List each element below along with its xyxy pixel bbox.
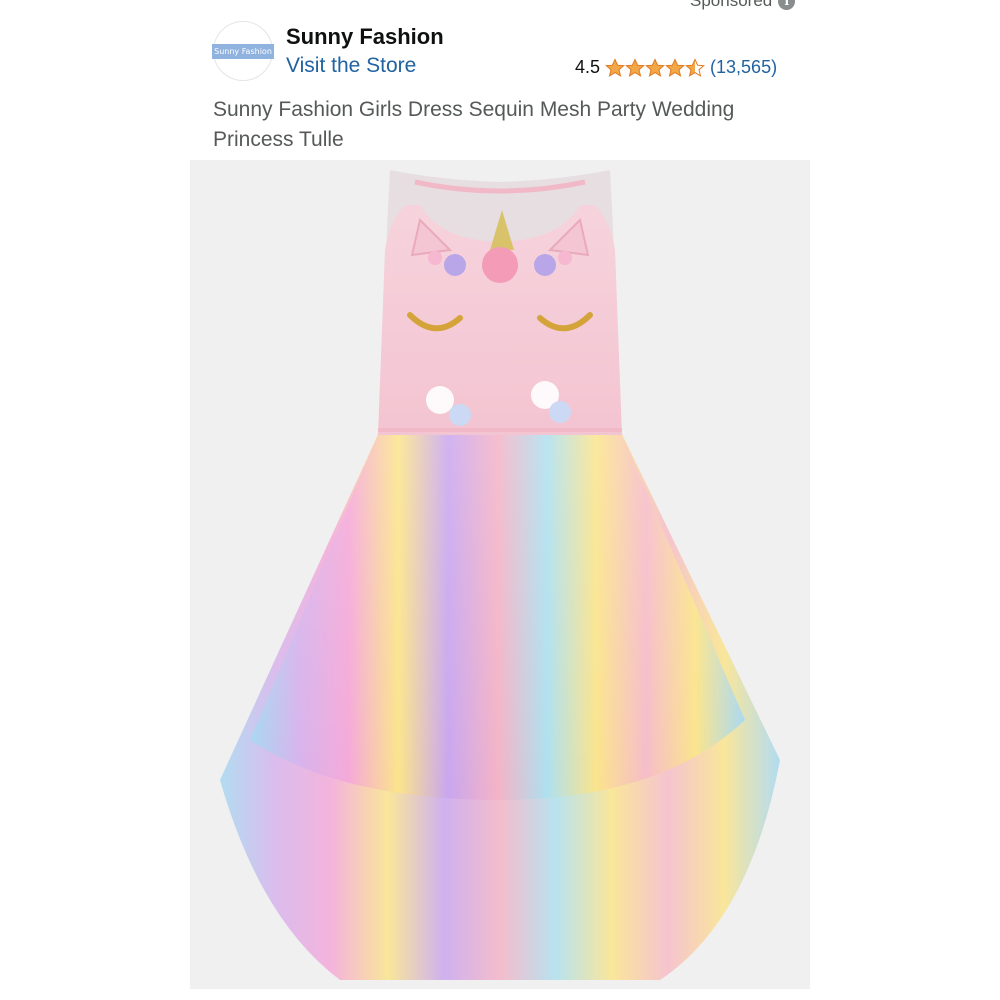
brand-name[interactable]: Sunny Fashion [286, 24, 444, 50]
brand-logo[interactable]: Sunny Fashion [212, 21, 274, 81]
brand-logo-text: Sunny Fashion [212, 43, 274, 59]
dress-illustration [220, 170, 780, 980]
visit-store-link[interactable]: Visit the Store [286, 54, 416, 78]
star-icon [625, 57, 645, 77]
product-image[interactable] [190, 160, 810, 989]
sponsored-text: Sponsored [690, 0, 773, 10]
rating-score: 4.5 [575, 57, 601, 77]
review-count-link[interactable]: (13,565) [710, 57, 777, 78]
star-icon [605, 57, 625, 77]
star-rating-icons [605, 57, 705, 78]
star-icon [685, 57, 705, 77]
star-icon [645, 57, 665, 77]
star-icon [665, 57, 685, 77]
sponsored-label[interactable]: Sponsored i [690, 0, 796, 11]
rating[interactable]: 4.5 (13,565) [575, 57, 777, 78]
product-title[interactable]: Sunny Fashion Girls Dress Sequin Mesh Pa… [213, 95, 813, 155]
info-icon[interactable]: i [778, 0, 796, 10]
